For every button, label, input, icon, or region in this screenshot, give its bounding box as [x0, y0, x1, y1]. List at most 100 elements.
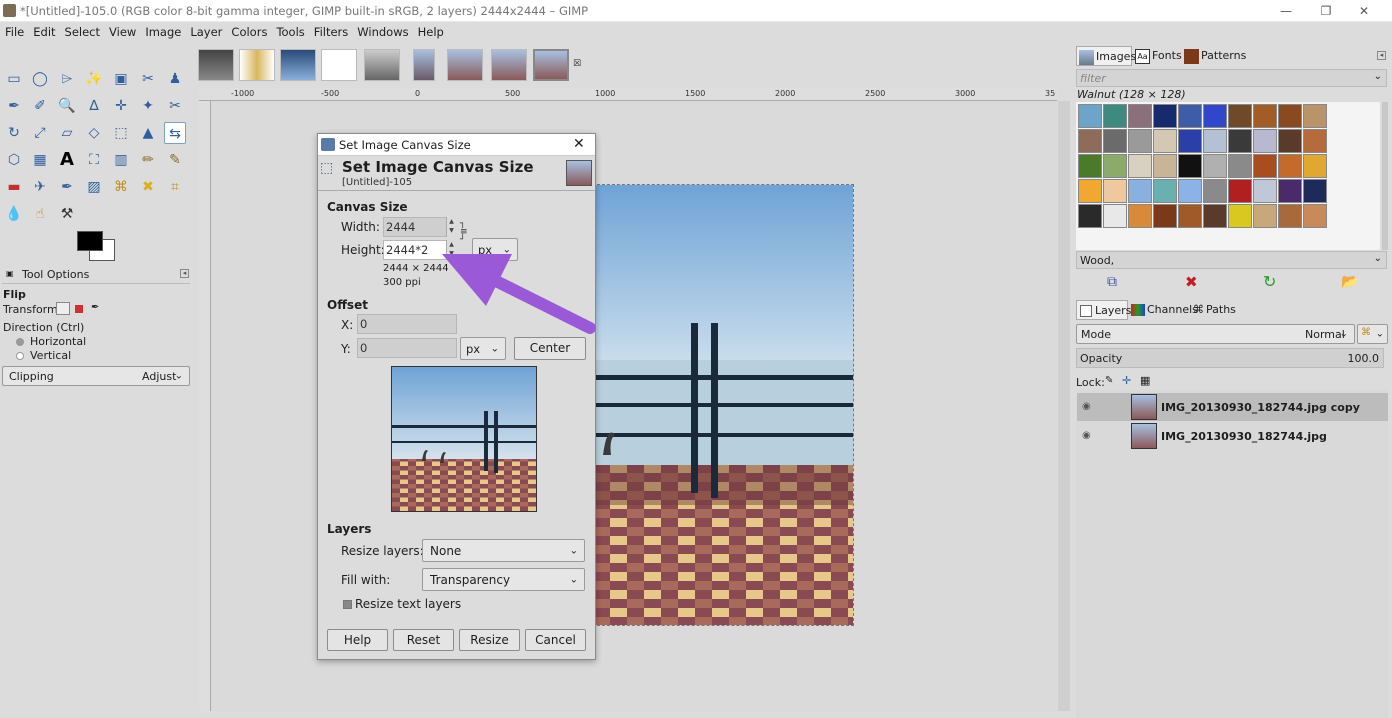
pattern-swatch[interactable] [1128, 204, 1152, 228]
tab-layers[interactable]: Layers [1076, 300, 1131, 320]
crop-icon[interactable]: ✂ [164, 95, 186, 117]
image-thumb-4[interactable] [321, 49, 357, 81]
pattern-swatch[interactable] [1203, 179, 1227, 203]
rect-select-icon[interactable]: ▭ [3, 68, 25, 90]
offset-preview[interactable] [391, 366, 537, 512]
scissors-icon[interactable]: ✂ [137, 68, 159, 90]
menu-tools[interactable]: Tools [271, 23, 308, 39]
image-thumb-5[interactable] [364, 49, 400, 81]
pattern-swatch[interactable] [1128, 129, 1152, 153]
pattern-swatch[interactable] [1253, 104, 1277, 128]
image-thumb-3[interactable] [280, 49, 316, 81]
menu-layer[interactable]: Layer [185, 23, 226, 39]
pattern-swatch[interactable] [1278, 104, 1302, 128]
zoom-icon[interactable]: 🔍 [56, 95, 78, 117]
perspective-icon[interactable]: ◇ [83, 122, 105, 144]
layer-row[interactable]: ◉ IMG_20130930_182744.jpg copy [1077, 393, 1388, 421]
minimize-icon[interactable]: — [1274, 2, 1298, 20]
pattern-swatch[interactable] [1253, 179, 1277, 203]
tool-options-tab[interactable]: ▣ Tool Options ◂ [2, 266, 190, 284]
free-select-icon[interactable]: ⌲ [56, 68, 78, 90]
pattern-swatch[interactable] [1128, 179, 1152, 203]
measure-icon[interactable]: ∆ [83, 95, 105, 117]
blur-icon[interactable]: 💧 [3, 203, 25, 225]
reset-button[interactable]: Reset [393, 629, 454, 651]
restore-icon[interactable]: ❐ [1314, 2, 1338, 20]
width-input[interactable]: 2444 [383, 217, 447, 237]
menu-colors[interactable]: Colors [226, 23, 271, 39]
fg-bg-colors[interactable] [77, 231, 117, 261]
help-button[interactable]: Help [327, 629, 388, 651]
pattern-swatch[interactable] [1128, 104, 1152, 128]
close-thumbbar-icon[interactable]: ☒ [573, 59, 581, 69]
open-folder-icon[interactable]: 📂 [1341, 274, 1358, 290]
pattern-swatch[interactable] [1178, 154, 1202, 178]
pattern-swatch[interactable] [1153, 104, 1177, 128]
scale-icon[interactable]: ⤢ [29, 122, 51, 144]
tab-channels[interactable]: Channels [1129, 300, 1198, 320]
pattern-filter-input[interactable]: filter ⌄ [1076, 69, 1387, 87]
image-thumb-6[interactable] [413, 49, 435, 81]
pencil-icon[interactable]: ✏ [137, 149, 159, 171]
eye-icon[interactable]: ◉ [1082, 430, 1091, 441]
pattern-swatch[interactable] [1153, 204, 1177, 228]
pattern-swatch[interactable] [1128, 154, 1152, 178]
offset-y-input[interactable]: 0 [357, 338, 457, 358]
offset-y-spinner[interactable] [446, 338, 456, 358]
dialog-close-icon[interactable]: ✕ [573, 136, 585, 152]
pattern-swatch[interactable] [1303, 179, 1327, 203]
menu-select[interactable]: Select [60, 23, 104, 39]
pattern-swatch[interactable] [1178, 129, 1202, 153]
flip-icon[interactable]: ⇆ [164, 122, 186, 144]
vertical-radio[interactable]: Vertical [16, 349, 71, 362]
pattern-swatch[interactable] [1078, 104, 1102, 128]
shear-icon[interactable]: ▱ [56, 122, 78, 144]
pattern-swatch[interactable] [1228, 154, 1252, 178]
ink-icon[interactable]: ✒ [56, 176, 78, 198]
vertical-scrollbar[interactable] [1058, 101, 1070, 711]
pattern-swatch[interactable] [1178, 204, 1202, 228]
move-icon[interactable]: ✛ [110, 95, 132, 117]
pattern-swatch[interactable] [1253, 154, 1277, 178]
opacity-slider[interactable]: Opacity 100.0 [1076, 348, 1384, 368]
pattern-swatch[interactable] [1303, 129, 1327, 153]
airbrush-icon[interactable]: ✈ [29, 176, 51, 198]
lock-pixels-icon[interactable]: ✎ [1105, 375, 1113, 386]
pattern-swatch[interactable] [1278, 129, 1302, 153]
refresh-patterns-icon[interactable]: ↻ [1263, 272, 1276, 291]
pattern-swatch[interactable] [1303, 204, 1327, 228]
rotate-icon[interactable]: ↻ [3, 122, 25, 144]
image-thumb-2[interactable] [239, 49, 275, 81]
fill-with-dropdown[interactable]: Transparency ⌄ [422, 568, 585, 591]
clone-icon[interactable]: ⌘ [110, 176, 132, 198]
paintbrush-icon[interactable]: ✎ [164, 149, 186, 171]
pattern-swatch[interactable] [1253, 129, 1277, 153]
clipping-dropdown[interactable]: Clipping Adjust ⌄ [2, 366, 190, 386]
fuzzy-select-icon[interactable]: ✨ [83, 68, 105, 90]
paths-icon[interactable]: ✒ [3, 95, 25, 117]
image-thumb-active[interactable] [533, 49, 569, 81]
pattern-grid[interactable] [1076, 102, 1380, 250]
pattern-swatch[interactable] [1228, 129, 1252, 153]
pattern-swatch[interactable] [1303, 154, 1327, 178]
perspective-clone-icon[interactable]: ⌗ [164, 176, 186, 198]
pattern-swatch[interactable] [1228, 179, 1252, 203]
image-thumb-8[interactable] [491, 49, 527, 81]
dodge-burn-icon[interactable]: ⚒ [56, 203, 78, 225]
pattern-swatch[interactable] [1278, 179, 1302, 203]
layer-name[interactable]: IMG_20130930_182744.jpg copy [1161, 401, 1360, 414]
horizontal-radio[interactable]: Horizontal [16, 335, 86, 348]
delete-pattern-icon[interactable]: ✖ [1185, 273, 1198, 291]
lock-alpha-icon[interactable]: ▦ [1140, 374, 1150, 387]
pattern-swatch[interactable] [1078, 154, 1102, 178]
tab-patterns[interactable]: Patterns [1182, 46, 1262, 66]
edit-pattern-icon[interactable]: ⧉ [1107, 274, 1117, 290]
blend-icon[interactable]: ▦ [29, 149, 51, 171]
pattern-swatch[interactable] [1103, 154, 1127, 178]
dock-menu-icon[interactable]: ◂ [1377, 51, 1386, 60]
eye-icon[interactable]: ◉ [1082, 401, 1091, 412]
pattern-scrollbar[interactable] [1382, 102, 1388, 250]
bucket-fill-icon[interactable]: ⛶ [83, 149, 105, 171]
pattern-swatch[interactable] [1078, 129, 1102, 153]
pattern-swatch[interactable] [1153, 179, 1177, 203]
